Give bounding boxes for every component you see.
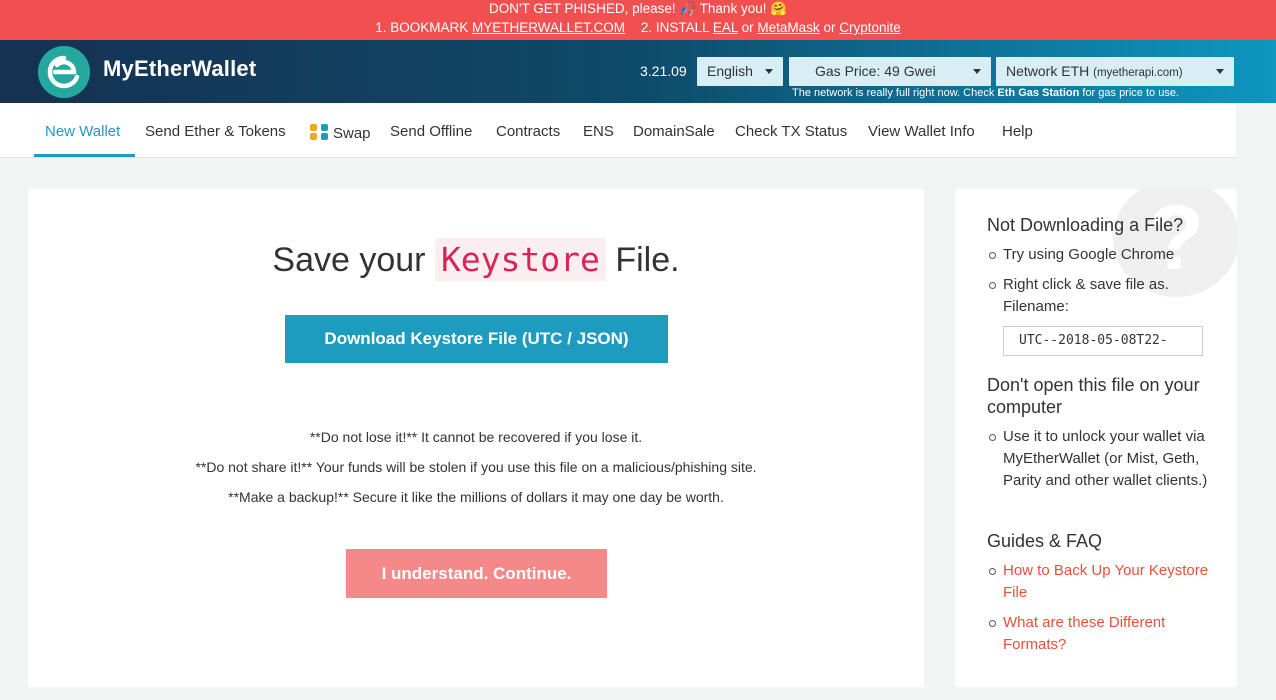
network-value: Network ETH [1006,63,1090,79]
bookmark-prefix: 1. BOOKMARK [375,20,473,35]
version-label: 3.21.09 [640,63,687,79]
formats-guide-link[interactable]: What are these Different Formats? [989,612,1213,656]
network-dropdown[interactable]: Network ETH (myetherapi.com) [996,57,1234,86]
list-item: Try using Google Chrome [989,244,1213,266]
language-dropdown[interactable]: English [697,57,783,86]
tab-contracts[interactable]: Contracts [496,123,560,140]
page-title: Save your Keystore File. [28,238,924,281]
banner-line-1: DON'T GET PHISHED, please! 🎣 Thank you! … [488,1,788,16]
tab-check-tx-status[interactable]: Check TX Status [735,123,847,140]
eth-gas-station-link[interactable]: Eth Gas Station [997,87,1079,99]
phishing-warning-banner: DON'T GET PHISHED, please! 🎣 Thank you! … [0,0,1276,40]
myetherwallet-logo-icon[interactable] [38,46,90,98]
tab-domainsale[interactable]: DomainSale [633,123,715,140]
chevron-down-icon [973,69,981,74]
active-tab-indicator [34,154,135,157]
swap-icon [310,124,328,140]
warning-make-backup: **Make a backup!** Secure it like the mi… [228,489,724,505]
language-value: English [707,63,753,79]
title-pre: Save your [272,241,435,279]
chevron-down-icon [765,69,773,74]
title-keystore-code: Keystore [434,238,606,281]
warning-do-not-lose: **Do not lose it!** It cannot be recover… [309,429,643,445]
install-text: 2. INSTALL EAL or MetaMask or Cryptonite [641,20,901,35]
gas-price-dropdown[interactable]: Gas Price: 49 Gwei [789,57,991,86]
network-note-pre: The network is really full right now. Ch… [792,87,998,99]
warning-do-not-share: **Do not share it!** Your funds will be … [195,459,757,475]
list-item: Right click & save file as. Filename: [989,274,1213,318]
guides-faq-heading: Guides & FAQ [987,531,1103,551]
bookmark-link[interactable]: MYETHERWALLET.COM [472,20,625,35]
tab-send-ether-tokens[interactable]: Send Ether & Tokens [145,123,286,140]
or-text-2: or [819,20,840,35]
tab-ens[interactable]: ENS [583,123,614,140]
help-sidebar: ? Not Downloading a File? Try using Goog… [955,189,1237,687]
not-downloading-heading: Not Downloading a File? [987,215,1184,235]
tab-send-offline[interactable]: Send Offline [390,123,472,140]
tab-view-wallet-info[interactable]: View Wallet Info [868,123,975,140]
main-nav: New Wallet Send Ether & Tokens Swap Send… [0,103,1236,158]
network-note-post: for gas price to use. [1079,87,1179,99]
install-prefix: 2. INSTALL [640,20,713,35]
download-keystore-button[interactable]: Download Keystore File (UTC / JSON) [285,315,668,363]
eal-link[interactable]: EAL [713,20,738,35]
filename-field[interactable]: UTC--2018-05-08T22- [1003,326,1203,356]
tab-new-wallet[interactable]: New Wallet [45,123,120,140]
chevron-down-icon [1216,69,1224,74]
backup-keystore-guide-link[interactable]: How to Back Up Your Keystore File [989,560,1213,604]
gas-price-value: Gas Price: 49 Gwei [815,63,936,79]
title-post: File. [605,241,680,279]
app-header: MyEtherWallet 3.21.09 English Gas Price:… [0,40,1276,103]
continue-button[interactable]: I understand. Continue. [346,549,607,598]
network-host: (myetherapi.com) [1093,67,1183,79]
tab-help[interactable]: Help [1002,123,1033,140]
tab-swap-label: Swap [333,125,371,142]
brand-name[interactable]: MyEtherWallet [103,56,256,82]
dont-open-heading: Don't open this file on your computer [987,375,1200,417]
metamask-link[interactable]: MetaMask [757,20,819,35]
cryptonite-link[interactable]: Cryptonite [839,20,901,35]
list-item: Use it to unlock your wallet via MyEther… [989,426,1213,492]
tab-swap[interactable]: Swap [309,123,371,142]
bookmark-text: 1. BOOKMARK MYETHERWALLET.COM [375,20,625,35]
banner-line-2: 1. BOOKMARK MYETHERWALLET.COM 2. INSTALL… [0,18,1276,37]
or-text-1: or [737,20,758,35]
network-congestion-note: The network is really full right now. Ch… [792,87,1179,99]
